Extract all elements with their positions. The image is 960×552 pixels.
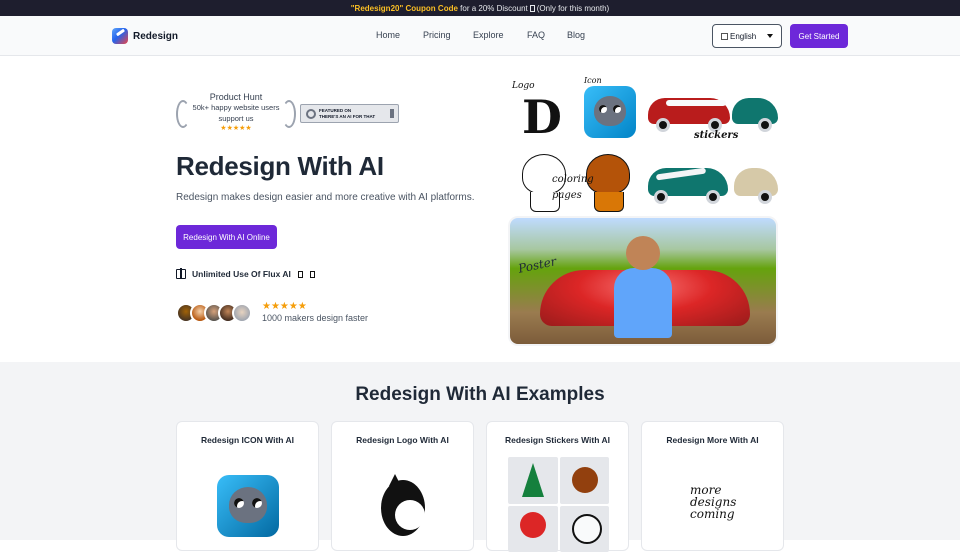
example-card-stickers[interactable]: Redesign Stickers With AI [486, 421, 629, 551]
car-stripe [666, 100, 726, 106]
card-title: Redesign ICON With AI [177, 435, 318, 445]
banner-glyph-box [530, 5, 535, 12]
chevron-down-icon [767, 34, 773, 38]
banner-note: (Only for this month) [537, 4, 609, 13]
stickers-label: stickers [694, 130, 738, 141]
poster-sample: Poster [508, 216, 778, 346]
language-glyph-box [721, 33, 728, 40]
card-title: Redesign Logo With AI [332, 435, 473, 445]
santa-icon [508, 506, 558, 552]
aft-logo-icon [306, 109, 316, 119]
more-designs-coming-image: more designs coming [690, 484, 736, 520]
coloring-pages-label: coloring pages [552, 172, 594, 204]
pages-label: pages [552, 188, 594, 204]
wheel-icon [758, 190, 772, 204]
icon-sample-label: Icon [584, 76, 602, 85]
example-card-logo[interactable]: Redesign Logo With AI [331, 421, 474, 551]
logo-sample: Logo D [512, 84, 570, 142]
reindeer-icon [560, 457, 610, 504]
award-line-2: support us [176, 114, 296, 124]
redesign-online-button[interactable]: Redesign With AI Online [176, 225, 277, 249]
rating-text: 1000 makers design faster [262, 313, 368, 323]
car-icon [734, 168, 778, 196]
nav-link-home[interactable]: Home [376, 30, 400, 40]
crescent-cat-icon [381, 480, 425, 536]
car-sticker-green [646, 152, 730, 210]
icon-sample: Icon [584, 86, 636, 138]
hero-subtitle: Redesign makes design easier and more cr… [176, 192, 474, 203]
more-line-3: coming [690, 508, 736, 520]
gift-icon [176, 269, 186, 279]
examples-section: Redesign With AI Examples Redesign ICON … [0, 362, 960, 540]
hero-section: Product Hunt 50k+ happy website users su… [0, 56, 960, 362]
aft-line-2: THERE'S AN AI FOR THAT [319, 114, 375, 120]
nav-link-blog[interactable]: Blog [567, 30, 585, 40]
example-card-icon[interactable]: Redesign ICON With AI [176, 421, 319, 551]
person-body-image [614, 268, 672, 338]
letter-d-logo-image: D [522, 90, 562, 144]
brand-icon [112, 28, 128, 44]
nav-link-pricing[interactable]: Pricing [423, 30, 451, 40]
car-icon [732, 98, 778, 124]
card-title: Redesign More With AI [642, 435, 783, 445]
laurel-left-icon [176, 100, 190, 128]
award-title: Product Hunt [176, 92, 296, 102]
wheel-icon [706, 190, 720, 204]
car-sticker-beige [734, 152, 778, 210]
poster-label: Poster [517, 254, 558, 276]
get-started-button[interactable]: Get Started [790, 24, 848, 48]
cat-icon [229, 487, 267, 523]
banner-text: for a 20% Discount [460, 4, 528, 13]
bookmark-icon [390, 109, 394, 118]
wheel-icon [654, 190, 668, 204]
avatar [232, 303, 252, 323]
product-hunt-badge: Product Hunt 50k+ happy website users su… [176, 92, 296, 136]
car-sticker-teal [732, 84, 778, 138]
card-title: Redesign Stickers With AI [487, 435, 628, 445]
award-line-1: 50k+ happy website users [176, 103, 296, 113]
user-rating: ★★★★★ 1000 makers design faster [262, 301, 368, 323]
award-stars: ★★★★★ [176, 124, 296, 132]
language-select[interactable]: English [712, 24, 782, 48]
christmas-stickers-image [508, 457, 609, 552]
nav-link-faq[interactable]: FAQ [527, 30, 545, 40]
feature-glyph-box [310, 271, 315, 278]
cat-logo-image [381, 474, 427, 536]
coloring-label: coloring [552, 172, 594, 188]
person-head-image [626, 236, 660, 270]
wheel-icon [758, 118, 772, 132]
avatar-stack [176, 303, 256, 325]
feature-flux: Unlimited Use Of Flux AI [176, 269, 315, 279]
wheel-icon [656, 118, 670, 132]
brand-logo[interactable]: Redesign [112, 28, 178, 44]
example-card-more[interactable]: Redesign More With AI more designs comin… [641, 421, 784, 551]
aft-text: FEATURED ON THERE'S AN AI FOR THAT [319, 108, 375, 120]
cat-app-icon-image [217, 475, 279, 537]
rating-stars: ★★★★★ [262, 301, 368, 312]
feature-text: Unlimited Use Of Flux AI [192, 269, 291, 279]
snowman-icon [560, 506, 610, 552]
promo-banner: "Redesign20" Coupon Code for a 20% Disco… [0, 0, 960, 16]
nav-link-explore[interactable]: Explore [473, 30, 504, 40]
cat-icon [594, 96, 626, 126]
theres-an-ai-for-that-badge[interactable]: FEATURED ON THERE'S AN AI FOR THAT [300, 104, 399, 123]
hero-title: Redesign With AI [176, 151, 384, 182]
language-label: English [730, 32, 756, 41]
cat-colored-legs [594, 192, 624, 212]
brand-name: Redesign [133, 31, 178, 42]
feature-glyph-box [298, 271, 303, 278]
examples-title: Redesign With AI Examples [0, 384, 960, 406]
coupon-code: "Redesign20" Coupon Code [351, 4, 458, 13]
christmas-tree-icon [508, 457, 558, 504]
top-nav: Redesign Home Pricing Explore FAQ Blog E… [0, 16, 960, 56]
laurel-right-icon [282, 100, 296, 128]
hero-collage: Logo D Icon stickers coloring pages [508, 80, 778, 346]
